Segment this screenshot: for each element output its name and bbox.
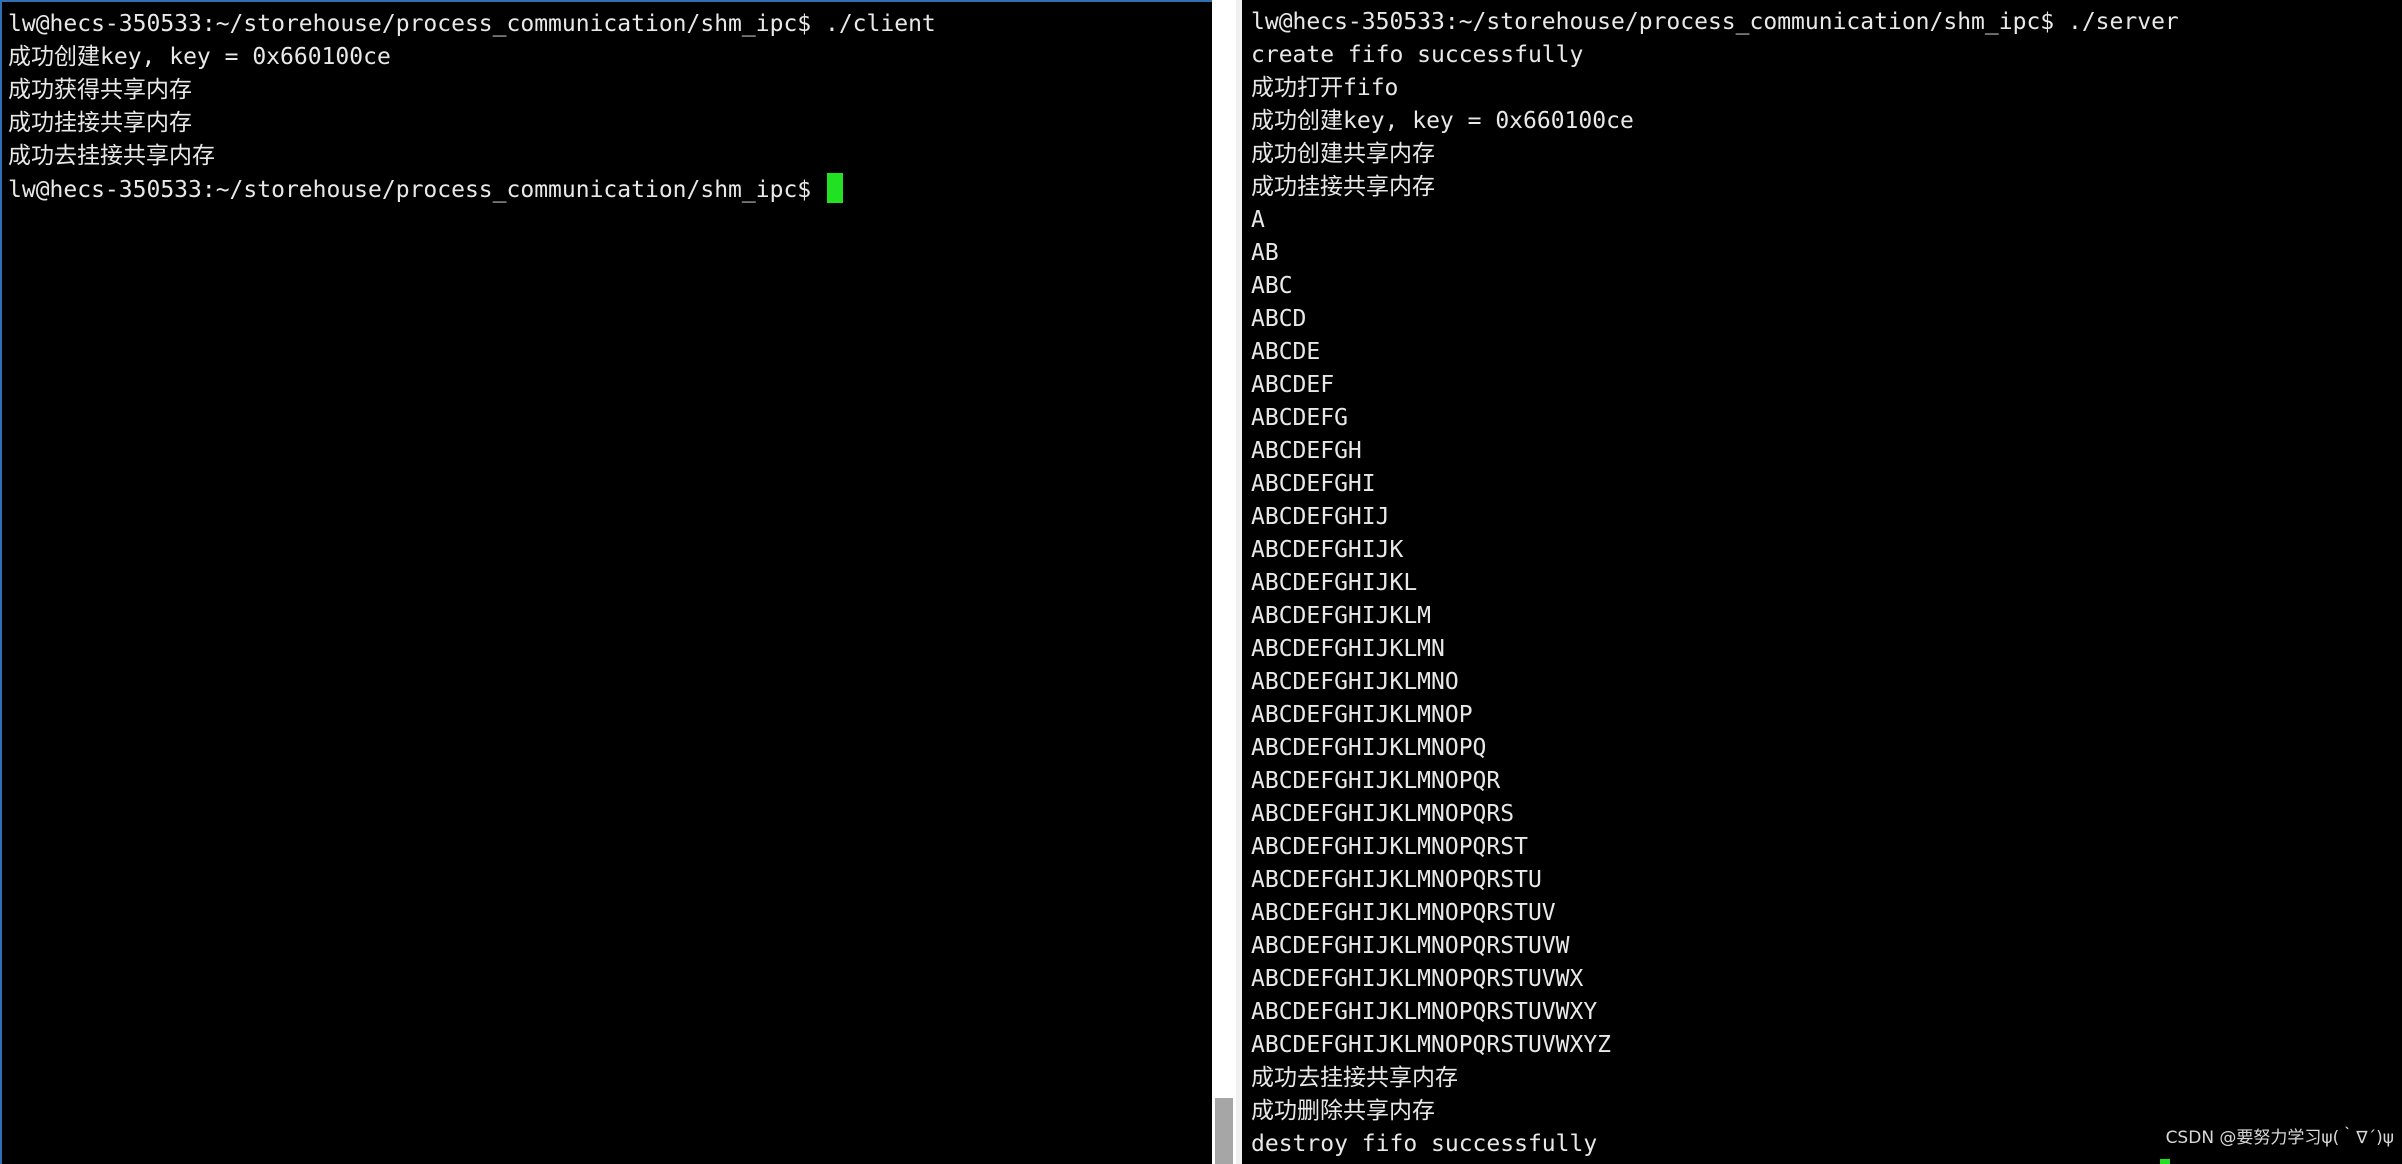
terminal-line: ABCDEFGHIJKLMNOPQRSTUV — [1251, 900, 1556, 926]
terminal-line: ABC — [1251, 273, 1293, 299]
text-cursor — [826, 173, 843, 203]
scrollbar-thumb[interactable] — [1215, 1098, 1233, 1164]
terminal-line: 成功获得共享内存 — [8, 77, 192, 103]
terminal-line: ABCDEFGHIJKLMNOPQRSTUVWXYZ — [1251, 1032, 1612, 1058]
terminal-line: 成功创建共享内存 — [1251, 141, 1435, 167]
terminal-line: ABCDEFGHIJKLMNOPQRSTUVW — [1251, 933, 1570, 959]
prompt-line[interactable]: lw@hecs-350533:~/storehouse/process_comm… — [8, 173, 936, 206]
terminal-line: ABCDEFG — [1251, 405, 1348, 431]
client-output: lw@hecs-350533:~/storehouse/process_comm… — [8, 8, 936, 206]
terminal-screen: lw@hecs-350533:~/storehouse/process_comm… — [0, 0, 2402, 1164]
terminal-line: ABCDEFGHIJKLMNO — [1251, 669, 1459, 695]
terminal-line: ABCDEFGHIJKL — [1251, 570, 1418, 596]
terminal-line: ABCDEFGH — [1251, 438, 1362, 464]
terminal-line: 成功删除共享内存 — [1251, 1098, 1435, 1124]
server-output: lw@hecs-350533:~/storehouse/process_comm… — [1251, 6, 2179, 1161]
terminal-line: 成功挂接共享内存 — [1251, 174, 1435, 200]
shell-prompt: lw@hecs-350533:~/storehouse/process_comm… — [8, 177, 825, 203]
terminal-line: ABCDEFGHIJKLMNOPQ — [1251, 735, 1487, 761]
terminal-line: ABCDEFGHIJKLM — [1251, 603, 1432, 629]
terminal-line: ABCDEFGHIJ — [1251, 504, 1390, 530]
terminal-line: ABCDEFGHIJKLMNOP — [1251, 702, 1473, 728]
client-scrollbar[interactable] — [1212, 0, 1236, 1164]
terminal-line: 成功去挂接共享内存 — [8, 143, 215, 169]
terminal-line: ABCDEFGHIJKLMNOPQRSTU — [1251, 867, 1542, 893]
terminal-line: ABCDEFGHIJKLMNOPQRSTUVWX — [1251, 966, 1584, 992]
terminal-line: ABCD — [1251, 306, 1307, 332]
terminal-line: 成功打开fifo — [1251, 75, 1399, 101]
terminal-line: ABCDEF — [1251, 372, 1335, 398]
client-terminal-pane[interactable]: lw@hecs-350533:~/storehouse/process_comm… — [0, 0, 1212, 1164]
terminal-line: lw@hecs-350533:~/storehouse/process_comm… — [1251, 9, 2179, 35]
terminal-line: lw@hecs-350533:~/storehouse/process_comm… — [8, 11, 936, 37]
terminal-line: destroy fifo successfully — [1251, 1131, 1598, 1157]
terminal-line: 成功创建key, key = 0x660100ce — [1251, 108, 1634, 134]
terminal-line: 成功挂接共享内存 — [8, 110, 192, 136]
terminal-line: ABCDEFGHIJKLMNOPQRS — [1251, 801, 1515, 827]
terminal-line: ABCDEFGHIJK — [1251, 537, 1404, 563]
terminal-line: ABCDEFGHI — [1251, 471, 1376, 497]
terminal-line: ABCDEFGHIJKLMN — [1251, 636, 1445, 662]
terminal-line: AB — [1251, 240, 1279, 266]
terminal-line: ABCDE — [1251, 339, 1321, 365]
csdn-watermark: CSDN @要努力学习ψ(｀∇´)ψ — [2165, 1128, 2394, 1148]
terminal-line: A — [1251, 207, 1265, 233]
terminal-line: ABCDEFGHIJKLMNOPQRST — [1251, 834, 1528, 860]
terminal-line: 成功创建key, key = 0x660100ce — [8, 44, 391, 70]
server-terminal-pane[interactable]: lw@hecs-350533:~/storehouse/process_comm… — [1242, 0, 2402, 1164]
terminal-line: 成功去挂接共享内存 — [1251, 1065, 1458, 1091]
terminal-line: create fifo successfully — [1251, 42, 1584, 68]
server-cursor — [2160, 1159, 2170, 1164]
terminal-line: ABCDEFGHIJKLMNOPQR — [1251, 768, 1501, 794]
terminal-line: ABCDEFGHIJKLMNOPQRSTUVWXY — [1251, 999, 1598, 1025]
